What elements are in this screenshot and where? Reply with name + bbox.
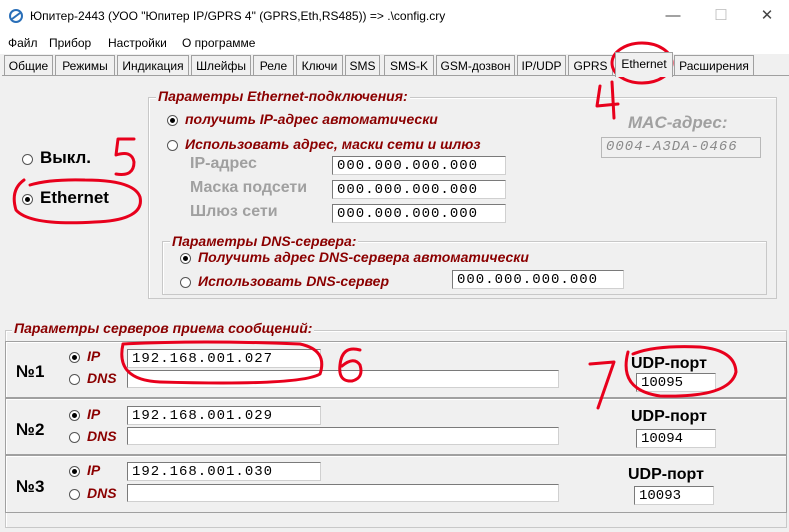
tab-indication[interactable]: Индикация: [117, 55, 189, 76]
dns-params-title: Параметры DNS-сервера:: [170, 233, 359, 249]
tab-ethernet[interactable]: Ethernet: [615, 52, 673, 77]
server-1-dns-radio[interactable]: [69, 374, 80, 385]
subnet-mask-label: Маска подсети: [190, 179, 308, 196]
mac-address-label: MAC-адрес:: [628, 113, 728, 132]
auto-ip-radio[interactable]: [167, 115, 178, 126]
server-2-dns-field[interactable]: [127, 427, 559, 445]
server-1-ip-radio[interactable]: [69, 352, 80, 363]
tab-sms[interactable]: SMS: [345, 55, 380, 76]
server-2-label: №2: [16, 420, 45, 439]
tab-gprs[interactable]: GPRS: [568, 55, 613, 76]
server-2-udp-field[interactable]: 10094: [636, 429, 716, 448]
menu-device[interactable]: Прибор: [49, 36, 91, 50]
server-3-dns-radio[interactable]: [69, 489, 80, 500]
server-2-ip-radio[interactable]: [69, 410, 80, 421]
dns-server-field[interactable]: 000.000.000.000: [452, 270, 624, 289]
server-3-ip-radio[interactable]: [69, 466, 80, 477]
window-title: Юпитер-2443 (УОО "Юпитер IP/GPRS 4" (GPR…: [30, 9, 446, 23]
server-3-dns-field[interactable]: [127, 484, 559, 502]
maximize-button[interactable]: ☐: [698, 0, 744, 32]
server-2-ip-label: IP: [87, 406, 101, 422]
server-3-ip-label: IP: [87, 462, 101, 478]
tab-sms-k[interactable]: SMS-K: [384, 55, 434, 76]
ethernet-radio[interactable]: [22, 194, 33, 205]
ethernet-params-title: Параметры Ethernet-подключения:: [156, 88, 410, 104]
mac-address-field: 0004-A3DA-0466: [601, 137, 761, 158]
server-2-dns-radio[interactable]: [69, 432, 80, 443]
menu-about[interactable]: О программе: [182, 36, 255, 50]
off-radio[interactable]: [22, 154, 33, 165]
tab-modes[interactable]: Режимы: [55, 55, 115, 76]
dns-manual-label: Использовать DNS-сервер: [198, 273, 389, 289]
menu-settings[interactable]: Настройки: [108, 36, 167, 50]
server-1-ip-label: IP: [87, 348, 101, 364]
server-1-dns-label: DNS: [87, 370, 117, 386]
close-button[interactable]: ✕: [744, 0, 789, 32]
ip-address-field[interactable]: 000.000.000.000: [332, 156, 506, 175]
tab-gsm-dial[interactable]: GSM-дозвон: [436, 55, 515, 76]
manual-ip-radio[interactable]: [167, 140, 178, 151]
server-1-udp-field[interactable]: 10095: [636, 373, 716, 392]
server-1-dns-field[interactable]: [127, 370, 559, 388]
annotation-number-5: [114, 137, 136, 176]
gateway-label: Шлюз сети: [190, 203, 278, 220]
server-3-dns-label: DNS: [87, 485, 117, 501]
tab-ip-udp[interactable]: IP/UDP: [517, 55, 566, 76]
tab-relay[interactable]: Реле: [253, 55, 294, 76]
gateway-field[interactable]: 000.000.000.000: [332, 204, 506, 223]
server-3-udp-field[interactable]: 10093: [634, 486, 714, 505]
dns-auto-radio[interactable]: [180, 253, 191, 264]
server-1-ip-field[interactable]: 192.168.001.027: [127, 349, 321, 368]
server-2-udp-label: UDP-порт: [631, 408, 707, 425]
auto-ip-label: получить IP-адрес автоматически: [185, 111, 438, 127]
server-2-dns-label: DNS: [87, 428, 117, 444]
server-1-label: №1: [16, 362, 45, 381]
tab-keys[interactable]: Ключи: [296, 55, 343, 76]
tab-extensions[interactable]: Расширения: [674, 55, 754, 76]
ethernet-label: Ethernet: [40, 188, 109, 207]
server-3-label: №3: [16, 477, 45, 496]
app-icon: [9, 9, 23, 23]
off-label: Выкл.: [40, 148, 92, 167]
server-1-udp-label: UDP-порт: [631, 355, 707, 372]
dns-auto-label: Получить адрес DNS-сервера автоматически: [198, 249, 529, 265]
server-3-udp-label: UDP-порт: [628, 466, 704, 483]
ip-address-label: IP-адрес: [190, 155, 257, 172]
server-3-ip-field[interactable]: 192.168.001.030: [127, 462, 321, 481]
manual-ip-label: Использовать адрес, маски сети и шлюз: [185, 136, 481, 152]
server-2-ip-field[interactable]: 192.168.001.029: [127, 406, 321, 425]
tab-loops[interactable]: Шлейфы: [191, 55, 251, 76]
dns-manual-radio[interactable]: [180, 277, 191, 288]
menu-file[interactable]: Файл: [8, 36, 38, 50]
servers-title: Параметры серверов приема сообщений:: [12, 320, 315, 336]
minimize-button[interactable]: —: [650, 0, 696, 32]
tab-general[interactable]: Общие: [4, 55, 53, 76]
subnet-mask-field[interactable]: 000.000.000.000: [332, 180, 506, 199]
